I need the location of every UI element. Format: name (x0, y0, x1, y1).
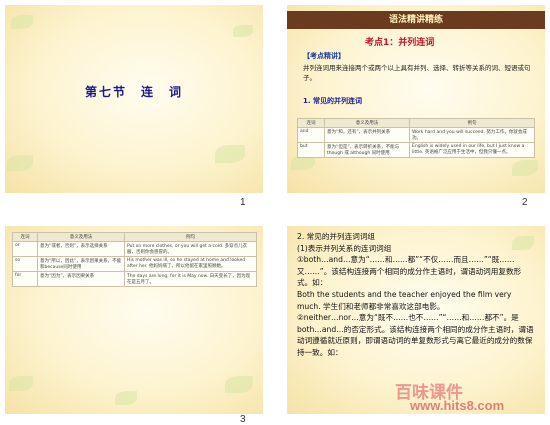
conjunction-table: 连词 意义及用法 例句 and 意为“和，还有”，表示并列关系 Work har… (297, 118, 535, 158)
explanation-paragraph: 并列连词用来连接两个或两个以上具有并列、选择、转折等关系的词、短语或句子。 (303, 64, 531, 82)
slide-body-text: 2. 常见的并列连词词组 (1)表示并列关系的连词词组 ①both…and…意为… (297, 231, 535, 359)
slide-thumbnail-2[interactable]: 语法精讲精练 考点1：并列连词 【考点精讲】 并列连词用来连接两个或两个以上具有… (287, 5, 545, 193)
column-header: 例句 (124, 232, 257, 242)
slide-thumbnail-3[interactable]: 连词 意义及用法 例句 or 意为“或者，否则”，表示选择关系 Put on m… (5, 226, 263, 414)
watermark-url: www.hits8.com (410, 398, 505, 413)
column-header: 意义及用法 (324, 118, 410, 128)
leaf-decoration (9, 376, 33, 391)
leaf-decoration (115, 391, 137, 405)
leaf-decoration (215, 145, 245, 163)
banner-title: 语法精讲精练 (388, 15, 443, 25)
table-row: or 意为“或者，否则”，表示选择关系 Put on more clothes,… (12, 241, 257, 257)
table-row: and 意为“和，还有”，表示并列关系 Work hard and you wi… (297, 127, 535, 143)
table-cell: 意为“但是”，表示转折关系，不能与though 或 although 同时使用 (324, 142, 410, 158)
column-header: 连词 (297, 118, 325, 128)
column-header: 意义及用法 (37, 232, 125, 242)
table-cell: English is widely used in our life, but … (409, 142, 535, 158)
leaf-decoration (225, 376, 253, 393)
table-row: for 意为“因为”，表示因果关系 The days are long, for… (12, 271, 257, 287)
page-number: 3 (240, 414, 246, 425)
leaf-decoration (11, 15, 33, 29)
page-number: 2 (522, 197, 528, 208)
column-header: 例句 (409, 118, 535, 128)
leaf-decoration (7, 155, 33, 171)
text-line: ②neither…nor…意为“既不……也不……”“……和……都不”。是both… (297, 313, 534, 357)
table-cell: or (12, 241, 38, 257)
table-row: so 意为“所以，因此”，表示因果关系，不能和because同时使用 His m… (12, 256, 257, 272)
table-cell: and (297, 127, 325, 143)
text-line: 2. 常见的并列连词词组 (297, 232, 376, 241)
page-number: 1 (240, 197, 246, 208)
text-line: Both the students and the teacher enjoye… (297, 289, 512, 311)
table-cell: but (297, 142, 325, 158)
table-cell: His mother was ill, so he stayed at home… (124, 256, 257, 272)
column-header: 连词 (12, 232, 38, 242)
table-cell: 意为“因为”，表示因果关系 (37, 271, 125, 287)
slide-thumbnail-1[interactable]: 第七节 连 词 (5, 5, 263, 193)
table-cell: so (12, 256, 38, 272)
leaf-decoration (512, 160, 538, 176)
table-cell: 意为“或者，否则”，表示选择关系 (37, 241, 125, 257)
table-cell: Work hard and you will succeed. 努力工作，你就会… (409, 127, 535, 143)
leaf-decoration (233, 25, 253, 37)
topic-heading: 考点1：并列连词 (365, 38, 435, 48)
table-header-row: 连词 意义及用法 例句 (12, 232, 257, 242)
table-header-row: 连词 意义及用法 例句 (297, 118, 535, 128)
conjunction-table: 连词 意义及用法 例句 or 意为“或者，否则”，表示选择关系 Put on m… (12, 232, 257, 287)
table-cell: Put on more clothes, or you will get a c… (124, 241, 257, 257)
subheading: 1. 常见的并列连词 (303, 97, 362, 105)
table-cell: 意为“和，还有”，表示并列关系 (324, 127, 410, 143)
section-tag: 【考点精讲】 (303, 52, 345, 60)
text-line: (1)表示并列关系的连词词组 (297, 243, 392, 253)
table-cell: The days are long, for it is May now. 白天… (124, 271, 257, 287)
table-cell: 意为“所以，因此”，表示因果关系，不能和because同时使用 (37, 256, 125, 272)
table-cell: for (12, 271, 38, 287)
table-row: but 意为“但是”，表示转折关系，不能与though 或 although 同… (297, 142, 535, 158)
text-line: ①both…and…意为“……和……都”“不仅……而且……”“既……又……”。该… (297, 255, 522, 288)
slide-title: 第七节 连 词 (84, 85, 183, 99)
